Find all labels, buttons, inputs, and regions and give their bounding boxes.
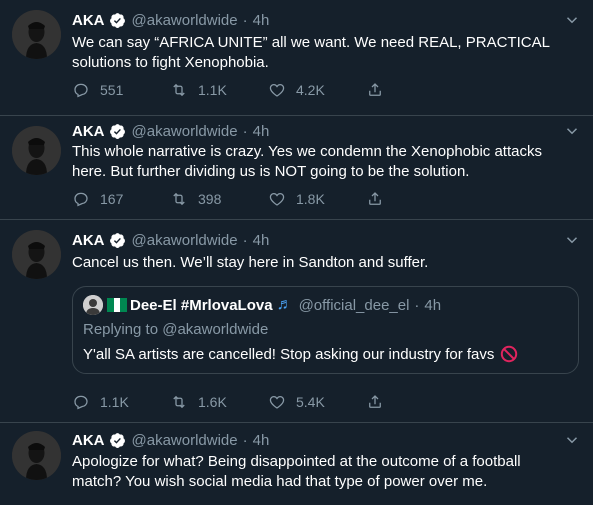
separator-dot: · <box>414 296 420 314</box>
reply-icon <box>74 395 88 410</box>
like-count: 4.2K <box>296 82 325 98</box>
timestamp[interactable]: 4h <box>253 432 270 449</box>
tweet-text-line: This whole narrative is crazy. Yes we co… <box>72 143 542 160</box>
retweet-button[interactable]: 398 <box>170 190 268 208</box>
replying-to: Replying to @akaworldwide <box>83 321 269 338</box>
tweet[interactable]: AKA @akaworldwide · 4h We can say “AFRIC… <box>0 0 593 116</box>
tweet-header: AKA @akaworldwide · 4h <box>72 430 269 450</box>
separator-dot: · <box>242 231 248 249</box>
tweet-text: Apologize for what? Being disappointed a… <box>72 452 572 492</box>
tweet-text: We can say “AFRICA UNITE” all we want. W… <box>72 33 572 73</box>
heart-icon <box>269 192 285 206</box>
reply-icon <box>74 192 88 207</box>
timestamp[interactable]: 4h <box>253 12 270 29</box>
tweet-text-line: solutions to fight Xenophobia. <box>72 54 269 71</box>
tweet-text: This whole narrative is crazy. Yes we co… <box>72 142 572 182</box>
like-button[interactable]: 1.8K <box>268 190 366 208</box>
retweet-button[interactable]: 1.1K <box>170 81 268 99</box>
handle[interactable]: @akaworldwide <box>132 432 238 449</box>
chevron-down-icon[interactable] <box>563 122 581 140</box>
verified-badge-icon <box>109 232 126 249</box>
handle[interactable]: @akaworldwide <box>132 12 238 29</box>
retweet-icon <box>173 192 185 206</box>
quoted-text: Y'all SA artists are cancelled! Stop ask… <box>83 345 518 363</box>
reply-button[interactable]: 1.1K <box>72 393 170 411</box>
reply-button[interactable]: 551 <box>72 81 170 99</box>
tweet-text-line: We can say “AFRICA UNITE” all we want. W… <box>72 34 550 51</box>
tweet[interactable]: AKA @akaworldwide · 4h Cancel us then. W… <box>0 220 593 423</box>
like-button[interactable]: 5.4K <box>268 393 366 411</box>
tweet-text-line: here. But further dividing us is NOT goi… <box>72 163 470 180</box>
quoted-timestamp[interactable]: 4h <box>424 297 441 314</box>
reply-count: 167 <box>100 191 124 207</box>
verified-badge-icon <box>109 432 126 449</box>
tweet-header: AKA @akaworldwide · 4h <box>72 230 269 250</box>
retweet-button[interactable]: 1.6K <box>170 393 268 411</box>
handle[interactable]: @akaworldwide <box>132 123 238 140</box>
share-icon <box>369 395 381 408</box>
tweet[interactable]: AKA @akaworldwide · 4h This whole narrat… <box>0 116 593 220</box>
like-button[interactable]: 4.2K <box>268 81 366 99</box>
tweet-actions: 167 398 1.8K <box>72 188 464 210</box>
chevron-down-icon[interactable] <box>563 11 581 29</box>
chevron-down-icon[interactable] <box>563 231 581 249</box>
tweet[interactable]: AKA @akaworldwide · 4h Apologize for wha… <box>0 423 593 505</box>
quoted-display-name[interactable]: Dee-El #MrlovaLova <box>130 297 273 314</box>
heart-icon <box>269 83 285 97</box>
timestamp[interactable]: 4h <box>253 232 270 249</box>
quoted-text-body: Y'all SA artists are cancelled! Stop ask… <box>83 345 495 363</box>
tweet-actions: 1.1K 1.6K 5.4K <box>72 391 464 413</box>
retweet-icon <box>173 395 185 409</box>
like-count: 5.4K <box>296 394 325 410</box>
retweet-icon <box>173 83 185 97</box>
share-icon <box>369 192 381 205</box>
verified-badge-icon <box>109 12 126 29</box>
quoted-tweet-header: Dee-El #MrlovaLova ♬ @official_dee_el · … <box>83 295 441 315</box>
nigeria-flag-icon <box>107 298 128 312</box>
timestamp[interactable]: 4h <box>253 123 270 140</box>
tweet-header: AKA @akaworldwide · 4h <box>72 121 269 141</box>
music-notes-icon: ♬ <box>276 296 293 313</box>
avatar[interactable] <box>12 126 61 175</box>
share-button[interactable] <box>366 393 464 411</box>
no-entry-icon <box>500 345 518 363</box>
separator-dot: · <box>242 431 248 449</box>
tweet-text: Cancel us then. We’ll stay here in Sandt… <box>72 253 572 273</box>
reply-icon <box>74 83 88 98</box>
display-name[interactable]: AKA <box>72 232 105 249</box>
handle[interactable]: @akaworldwide <box>132 232 238 249</box>
tweet-text-line: Cancel us then. We’ll stay here in Sandt… <box>72 254 429 271</box>
quoted-avatar[interactable] <box>83 295 103 315</box>
reply-button[interactable]: 167 <box>72 190 170 208</box>
avatar[interactable] <box>12 230 61 279</box>
separator-dot: · <box>242 11 248 29</box>
share-button[interactable] <box>366 190 464 208</box>
share-button[interactable] <box>366 81 464 99</box>
quoted-handle[interactable]: @official_dee_el <box>299 297 410 314</box>
retweet-count: 1.6K <box>198 394 227 410</box>
quoted-tweet[interactable]: Dee-El #MrlovaLova ♬ @official_dee_el · … <box>72 286 579 374</box>
reply-count: 551 <box>100 82 124 98</box>
reply-count: 1.1K <box>100 394 129 410</box>
avatar[interactable] <box>12 431 61 480</box>
verified-badge-icon <box>109 123 126 140</box>
tweet-header: AKA @akaworldwide · 4h <box>72 10 269 30</box>
separator-dot: · <box>242 122 248 140</box>
tweet-text-line: match? You wish social media had that ty… <box>72 473 488 490</box>
retweet-count: 398 <box>198 191 222 207</box>
tweet-actions: 551 1.1K 4.2K <box>72 79 464 101</box>
avatar[interactable] <box>12 10 61 59</box>
display-name[interactable]: AKA <box>72 123 105 140</box>
chevron-down-icon[interactable] <box>563 431 581 449</box>
share-icon <box>369 83 381 96</box>
display-name[interactable]: AKA <box>72 12 105 29</box>
display-name[interactable]: AKA <box>72 432 105 449</box>
retweet-count: 1.1K <box>198 82 227 98</box>
heart-icon <box>269 395 285 409</box>
like-count: 1.8K <box>296 191 325 207</box>
tweet-text-line: Apologize for what? Being disappointed a… <box>72 453 521 470</box>
